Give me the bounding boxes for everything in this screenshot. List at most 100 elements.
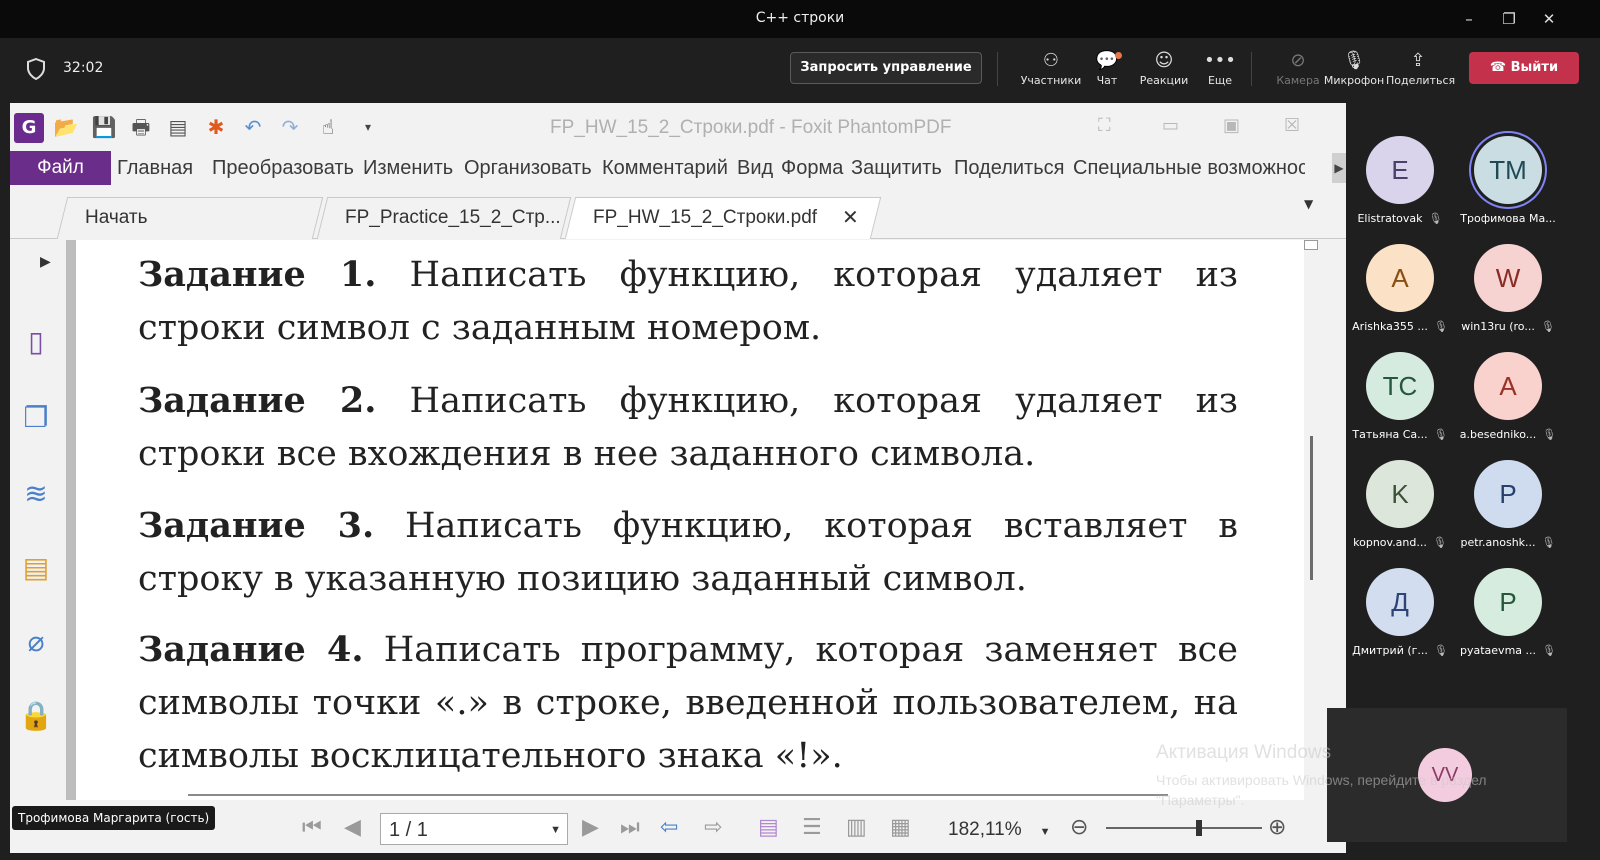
menu-form[interactable]: Форма bbox=[781, 157, 843, 180]
redo-icon[interactable]: ↷ bbox=[276, 113, 304, 141]
tab-practice[interactable]: FP_Practice_15_2_Стр... bbox=[316, 197, 572, 239]
horizontal-scrollbar-thumb[interactable] bbox=[188, 794, 1168, 796]
hand-tool-icon[interactable]: ☝ bbox=[314, 113, 342, 141]
windows-activation-watermark: Активация Windows Чтобы активировать Win… bbox=[1156, 742, 1487, 810]
chat-button[interactable]: 💬 Чат bbox=[1075, 48, 1139, 94]
chat-label: Чат bbox=[1096, 74, 1118, 87]
meeting-timer: 32:02 bbox=[63, 60, 104, 76]
participant-tile[interactable]: P pyataevma ... 🎙 bbox=[1448, 562, 1568, 670]
scrollbar-thumb[interactable] bbox=[1310, 436, 1313, 580]
people-icon: ⚇ bbox=[1042, 50, 1060, 71]
task-2: Задание 2. Написать функцию, которая уда… bbox=[138, 374, 1238, 481]
minimize-icon[interactable]: – bbox=[1458, 8, 1480, 30]
menu-view[interactable]: Вид bbox=[737, 157, 773, 180]
participant-tile[interactable]: A Arishka355 ... 🎙 bbox=[1340, 238, 1460, 346]
vertical-scrollbar[interactable] bbox=[1304, 240, 1318, 800]
menu-comment[interactable]: Комментарий bbox=[602, 157, 728, 180]
pages-icon[interactable]: ❐ bbox=[16, 398, 56, 438]
divider bbox=[1251, 52, 1252, 86]
restore-icon[interactable]: ❐ bbox=[1498, 8, 1520, 30]
shield-icon bbox=[27, 58, 45, 80]
continuous-facing-icon[interactable]: ▦ bbox=[890, 815, 911, 840]
leave-button[interactable]: ☎ Выйти bbox=[1469, 52, 1579, 84]
tab-homework[interactable]: FP_HW_15_2_Строки.pdf ✕ bbox=[564, 197, 882, 239]
watermark-line-2: Чтобы активировать Windows, перейдите в … bbox=[1156, 772, 1487, 788]
continuous-page-icon[interactable]: ☰ bbox=[802, 815, 822, 840]
microphone-button[interactable]: 🎙 Микрофон bbox=[1322, 48, 1386, 94]
zoom-slider-knob[interactable] bbox=[1196, 820, 1202, 836]
chevron-down-icon: ▼ bbox=[1039, 826, 1051, 838]
tab-start[interactable]: Начать bbox=[56, 197, 324, 239]
last-page-icon[interactable]: ⏭ bbox=[620, 815, 640, 840]
menu-accessibility[interactable]: Специальные возможнос bbox=[1073, 157, 1305, 180]
camera-off-icon: ⊘ bbox=[1290, 50, 1306, 71]
close-icon[interactable]: ✕ bbox=[1538, 8, 1560, 30]
participant-tile[interactable]: W win13ru (ro... 🎙 bbox=[1448, 238, 1568, 346]
participant-name: Трофимова Ма... bbox=[1460, 212, 1556, 225]
comments-icon[interactable]: ▤ bbox=[16, 548, 56, 588]
print-icon[interactable]: 🖶 bbox=[127, 113, 155, 141]
phone-hangup-icon: ☎ bbox=[1489, 60, 1511, 75]
camera-button[interactable]: ⊘ Камера bbox=[1266, 48, 1330, 94]
participant-tile[interactable]: K kopnov.and... 🎙 bbox=[1340, 454, 1460, 562]
save-icon[interactable]: 💾 bbox=[90, 113, 118, 141]
expand-panel-icon[interactable]: ▶ bbox=[40, 254, 51, 270]
bookmarks-icon[interactable]: ▯ bbox=[16, 322, 56, 362]
menu-edit[interactable]: Изменить bbox=[363, 157, 453, 180]
divider bbox=[997, 52, 998, 86]
layers-icon[interactable]: ≋ bbox=[16, 474, 56, 514]
chat-icon: 💬 bbox=[1095, 50, 1119, 71]
participant-tile[interactable]: P petr.anoshk... 🎙 bbox=[1448, 454, 1568, 562]
tab-start-label: Начать bbox=[85, 207, 148, 228]
previous-page-icon[interactable]: ◀ bbox=[344, 815, 361, 840]
first-page-icon[interactable]: ⏮ bbox=[302, 815, 322, 840]
scan-icon[interactable]: ▤ bbox=[164, 113, 192, 141]
restore-icon[interactable]: ▣ bbox=[1223, 115, 1240, 136]
undo-icon[interactable]: ↶ bbox=[239, 113, 267, 141]
customize-toolbar-icon[interactable]: ▾ bbox=[354, 113, 382, 141]
open-folder-icon[interactable]: 📂 bbox=[52, 113, 80, 141]
facing-pages-icon[interactable]: ▥ bbox=[846, 815, 867, 840]
participant-tile[interactable]: E Elistratovak 🎙 bbox=[1340, 130, 1460, 238]
participant-tile[interactable]: Д Дмитрий (г... 🎙 bbox=[1340, 562, 1460, 670]
more-button[interactable]: ••• Еще bbox=[1188, 48, 1252, 94]
zoom-slider[interactable] bbox=[1106, 820, 1262, 836]
menu-organize[interactable]: Организовать bbox=[464, 157, 592, 180]
foxit-ribbon-menu: Файл Главная Преобразовать Изменить Орга… bbox=[10, 149, 1346, 187]
mic-muted-icon: 🎙 bbox=[1433, 320, 1448, 333]
fullscreen-icon[interactable]: ⛶ bbox=[1098, 115, 1111, 136]
menu-protect[interactable]: Защитить bbox=[851, 157, 942, 180]
lock-icon[interactable]: 🔒 bbox=[16, 696, 56, 736]
file-menu[interactable]: Файл bbox=[10, 151, 111, 185]
watermark-text: Чтобы активировать Windows, перейдите в … bbox=[1156, 770, 1487, 810]
zoom-level[interactable]: 182,11% ▼ bbox=[948, 819, 1051, 841]
page-number-field[interactable]: 1 / 1 ▼ bbox=[380, 813, 568, 845]
close-tab-icon[interactable]: ✕ bbox=[842, 198, 859, 238]
participant-tile[interactable]: ТМ Трофимова Ма... bbox=[1448, 130, 1568, 238]
participants-button[interactable]: ⚇ Участники bbox=[1019, 48, 1083, 94]
next-view-icon[interactable]: ⇨ bbox=[704, 815, 722, 840]
close-icon[interactable]: ☒ bbox=[1284, 115, 1300, 136]
participant-tile[interactable]: A a.besedniko... 🎙 bbox=[1448, 346, 1568, 454]
horizontal-scrollbar[interactable] bbox=[76, 791, 1304, 801]
reactions-button[interactable]: ☺ Реакции bbox=[1132, 48, 1196, 94]
request-control-button[interactable]: Запросить управление bbox=[790, 52, 982, 84]
previous-view-icon[interactable]: ⇦ bbox=[660, 815, 678, 840]
new-icon[interactable]: ✱ bbox=[202, 113, 230, 141]
minimize-icon[interactable]: ▭ bbox=[1162, 115, 1179, 136]
share-button[interactable]: ⇪ Поделиться bbox=[1386, 48, 1455, 94]
attachments-icon[interactable]: ⌀ bbox=[16, 622, 56, 662]
menu-share[interactable]: Поделиться bbox=[954, 157, 1064, 180]
meeting-bar: 32:02 Запросить управление ⚇ Участники 💬… bbox=[0, 38, 1600, 100]
zoom-out-icon[interactable]: ⊖ bbox=[1070, 815, 1088, 840]
tabs-dropdown-icon[interactable]: ▼ bbox=[1304, 197, 1313, 211]
menu-convert[interactable]: Преобразовать bbox=[212, 157, 354, 180]
participant-tile[interactable]: ТС Татьяна Са... 🎙 bbox=[1340, 346, 1460, 454]
next-page-icon[interactable]: ▶ bbox=[582, 815, 599, 840]
zoom-in-icon[interactable]: ⊕ bbox=[1268, 815, 1286, 840]
single-page-icon[interactable]: ▤ bbox=[758, 815, 779, 840]
participant-name: kopnov.and... bbox=[1353, 536, 1427, 549]
menu-home[interactable]: Главная bbox=[117, 157, 193, 180]
foxit-document-tabs: Начать FP_Practice_15_2_Стр... FP_HW_15_… bbox=[10, 187, 1346, 239]
foxit-logo-icon: G bbox=[14, 113, 44, 143]
